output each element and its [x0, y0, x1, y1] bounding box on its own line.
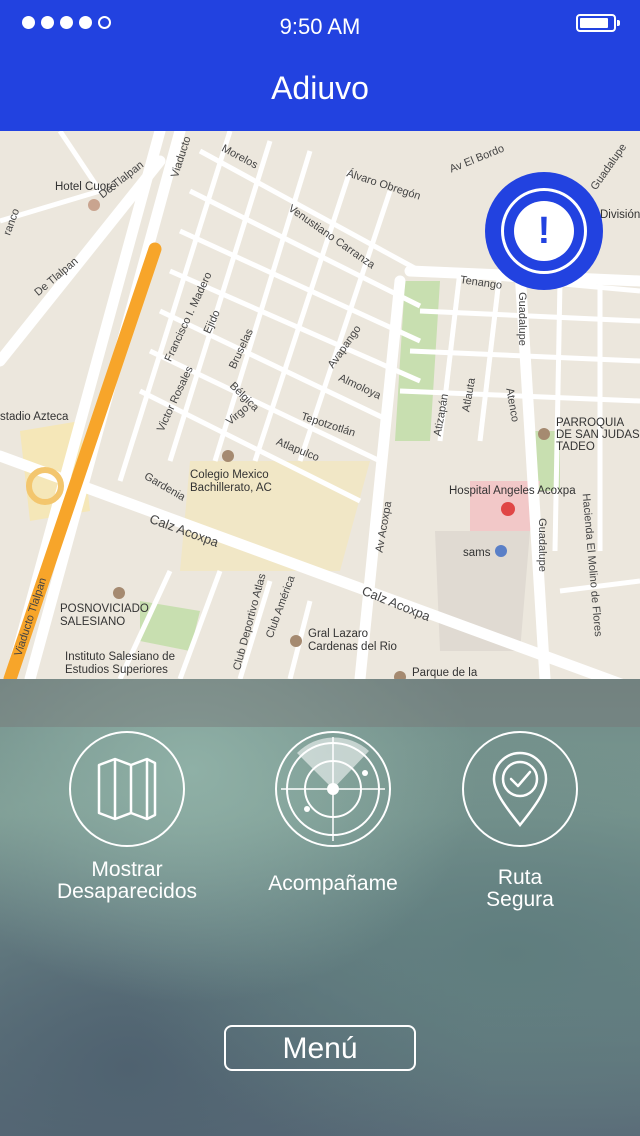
show-missing-button[interactable]: Mostrar Desaparecidos — [47, 731, 207, 903]
show-missing-label: Mostrar Desaparecidos — [56, 858, 198, 903]
accompany-me-label: Acompañame — [268, 872, 398, 895]
map-icon — [69, 731, 185, 847]
map-label: Gral Lazaro Cardenas del Rio — [308, 628, 397, 653]
map-label: Guadalupe — [535, 518, 548, 572]
map-label: PARROQUIA DE SAN JUDAS TADEO — [556, 417, 640, 453]
map-label: sams — [463, 547, 491, 559]
safe-route-label: Ruta Segura — [486, 866, 554, 911]
location-check-icon — [462, 731, 578, 847]
menu-button[interactable]: Menú — [224, 1025, 416, 1071]
action-panel: Mostrar Desaparecidos Acompañame Ruta Se… — [0, 679, 640, 1136]
app-title: Adiuvo — [271, 70, 369, 106]
radar-icon — [275, 731, 391, 847]
battery-icon — [576, 14, 620, 32]
app-header: 9:50 AM Adiuvo — [0, 0, 640, 131]
map-label: Parque de la — [412, 667, 478, 679]
status-time: 9:50 AM — [279, 14, 361, 39]
accompany-me-button[interactable]: Acompañame — [245, 731, 421, 895]
map-label: stadio Azteca — [0, 411, 69, 423]
map-label: Colegio Mexico Bachillerato, AC — [190, 469, 272, 494]
alert-button[interactable]: ! — [485, 172, 603, 290]
map-label: Instituto Salesiano de Estudios Superior… — [65, 651, 175, 676]
map-label: Hospital Angeles Acoxpa — [449, 485, 576, 497]
status-bar: 9:50 AM — [0, 0, 640, 52]
map-label: Guadalupe — [515, 292, 528, 346]
exclamation-icon: ! — [514, 201, 574, 261]
map-label: División N — [600, 209, 640, 221]
safe-route-button[interactable]: Ruta Segura — [440, 731, 600, 911]
map-label: POSNOVICIADO SALESIANO — [60, 603, 149, 628]
